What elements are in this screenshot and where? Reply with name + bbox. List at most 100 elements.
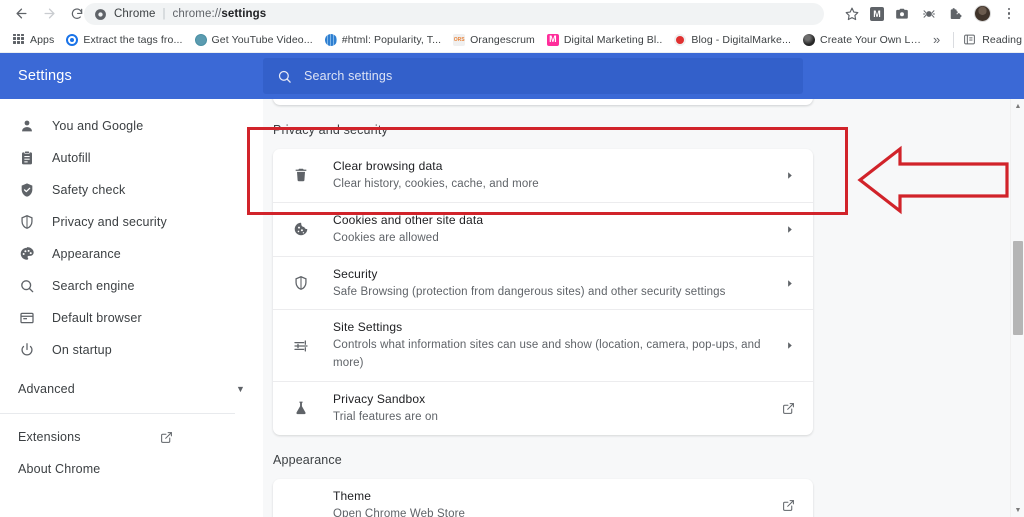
orangescrum-icon (453, 34, 465, 46)
gmail-extension-icon[interactable]: M (870, 7, 884, 21)
toolbar-icon-group: M (843, 0, 1018, 27)
sidebar-item-safety-check[interactable]: Safety check (0, 174, 263, 206)
sidebar-about-label: About Chrome (18, 462, 100, 476)
page-title: Settings (0, 68, 263, 84)
bookmarks-overflow-icon[interactable]: » (929, 32, 944, 47)
external-link-icon[interactable] (782, 402, 795, 415)
globe-icon (195, 34, 207, 46)
section-title-privacy: Privacy and security (263, 105, 1014, 149)
row-text-block: Privacy Sandbox Trial features are on (333, 390, 782, 427)
search-settings-input[interactable]: Search settings (263, 58, 803, 94)
browser-toolbar: Chrome | chrome://settings M (0, 0, 1024, 27)
row-title: Clear browsing data (333, 159, 443, 173)
omnibox-url: chrome://settings (173, 8, 267, 20)
row-text-block: Security Safe Browsing (protection from … (333, 265, 784, 302)
row-theme[interactable]: Theme Open Chrome Web Store (273, 479, 813, 517)
bookmark-item[interactable]: Create Your Own Lo... (797, 32, 929, 48)
reading-list-button[interactable]: Reading list (963, 33, 1024, 46)
sidebar-item-advanced[interactable]: Advanced ▼ (0, 372, 263, 406)
settings-content: Privacy and security Clear browsing data… (263, 99, 1024, 517)
chevron-right-icon[interactable] (784, 170, 795, 181)
bookmark-apps[interactable]: Apps (7, 32, 60, 48)
sidebar-item-label: Privacy and security (52, 215, 167, 229)
sliders-icon (291, 338, 311, 354)
search-icon (277, 69, 292, 84)
person-icon (18, 118, 35, 135)
row-title: Site Settings (333, 320, 402, 334)
screenshot-extension-icon[interactable] (893, 5, 911, 23)
bookmark-star-icon[interactable] (843, 5, 861, 23)
bookmark-label: Digital Marketing Bl.. (564, 34, 662, 46)
back-icon[interactable] (8, 1, 34, 27)
shield-check-icon (18, 182, 35, 199)
profile-avatar[interactable] (974, 5, 991, 22)
bookmark-label: Orangescrum (470, 34, 535, 46)
palette-icon (18, 246, 35, 263)
row-title: Privacy Sandbox (333, 392, 425, 406)
search-icon (18, 278, 35, 295)
bookmark-item[interactable]: M Digital Marketing Bl.. (541, 32, 668, 48)
trash-icon (291, 167, 311, 183)
bookmark-item[interactable]: Get YouTube Video... (189, 32, 319, 48)
omnibox-separator: | (163, 8, 166, 20)
settings-header: Settings Search settings (0, 53, 1024, 99)
chrome-menu-icon[interactable] (1000, 5, 1018, 23)
address-bar[interactable]: Chrome | chrome://settings (84, 3, 824, 25)
sidebar-item-autofill[interactable]: Autofill (0, 142, 263, 174)
red-dot-icon (674, 34, 686, 46)
external-link-icon[interactable] (782, 499, 795, 512)
external-link-icon (160, 431, 173, 444)
sidebar-item-about-chrome[interactable]: About Chrome (0, 453, 263, 485)
chevron-down-icon: ▼ (236, 384, 245, 394)
sidebar-extensions-label: Extensions (18, 430, 81, 444)
browser-window: Chrome | chrome://settings M App (0, 0, 1024, 517)
sidebar-divider (0, 413, 235, 414)
row-text-block: Clear browsing data Clear history, cooki… (333, 157, 784, 194)
sidebar-item-search-engine[interactable]: Search engine (0, 270, 263, 302)
chevron-right-icon[interactable] (784, 224, 795, 235)
extensions-puzzle-icon[interactable] (947, 5, 965, 23)
scroll-up-icon[interactable]: ▲ (1011, 99, 1024, 113)
bookmark-item[interactable]: Blog - DigitalMarke... (668, 32, 797, 48)
sidebar-item-label: On startup (52, 343, 112, 357)
sidebar-item-default-browser[interactable]: Default browser (0, 302, 263, 334)
row-cookies-and-other-site-data[interactable]: Cookies and other site data Cookies are … (273, 203, 813, 257)
row-site-settings[interactable]: Site Settings Controls what information … (273, 310, 813, 382)
navigation-buttons (0, 1, 90, 27)
bookmarks-overflow-group: » Reading list (929, 32, 1024, 48)
settings-body: You and Google Autofill Safety check Pri… (0, 99, 1024, 517)
sidebar-advanced-label: Advanced (18, 382, 75, 396)
content-scrollbar[interactable]: ▲ ▼ (1010, 99, 1024, 517)
flask-icon (291, 400, 311, 416)
apps-grid-icon (13, 34, 25, 46)
row-title: Theme (333, 489, 371, 503)
bookmark-label: #html: Popularity, T... (342, 34, 441, 46)
sidebar-item-label: Safety check (52, 183, 125, 197)
browser-window-icon (18, 310, 35, 327)
bookmark-label: Get YouTube Video... (212, 34, 313, 46)
chevron-right-icon[interactable] (784, 278, 795, 289)
sidebar-item-you-and-google[interactable]: You and Google (0, 110, 263, 142)
privacy-settings-card: Clear browsing data Clear history, cooki… (273, 149, 813, 435)
row-security[interactable]: Security Safe Browsing (protection from … (273, 257, 813, 311)
chevron-right-icon[interactable] (784, 340, 795, 351)
row-privacy-sandbox[interactable]: Privacy Sandbox Trial features are on (273, 382, 813, 435)
bookmarks-divider (953, 32, 954, 48)
bookmark-item[interactable]: Extract the tags fro... (60, 32, 188, 48)
bookmark-item[interactable]: Orangescrum (447, 32, 541, 48)
scroll-down-icon[interactable]: ▼ (1011, 503, 1024, 517)
blue-ring-icon (66, 34, 78, 46)
row-text-block: Cookies and other site data Cookies are … (333, 211, 784, 248)
bookmark-item[interactable]: #html: Popularity, T... (319, 32, 447, 48)
forward-icon[interactable] (36, 1, 62, 27)
sidebar-item-extensions[interactable]: Extensions (0, 421, 263, 453)
bookmark-label: Blog - DigitalMarke... (691, 34, 791, 46)
row-clear-browsing-data[interactable]: Clear browsing data Clear history, cooki… (273, 149, 813, 203)
sidebar-item-appearance[interactable]: Appearance (0, 238, 263, 270)
scrollbar-thumb[interactable] (1013, 241, 1023, 335)
sidebar-item-on-startup[interactable]: On startup (0, 334, 263, 366)
section-title-appearance: Appearance (263, 435, 1014, 479)
clipboard-icon (18, 150, 35, 167)
sidebar-item-privacy-and-security[interactable]: Privacy and security (0, 206, 263, 238)
spider-extension-icon[interactable] (920, 5, 938, 23)
